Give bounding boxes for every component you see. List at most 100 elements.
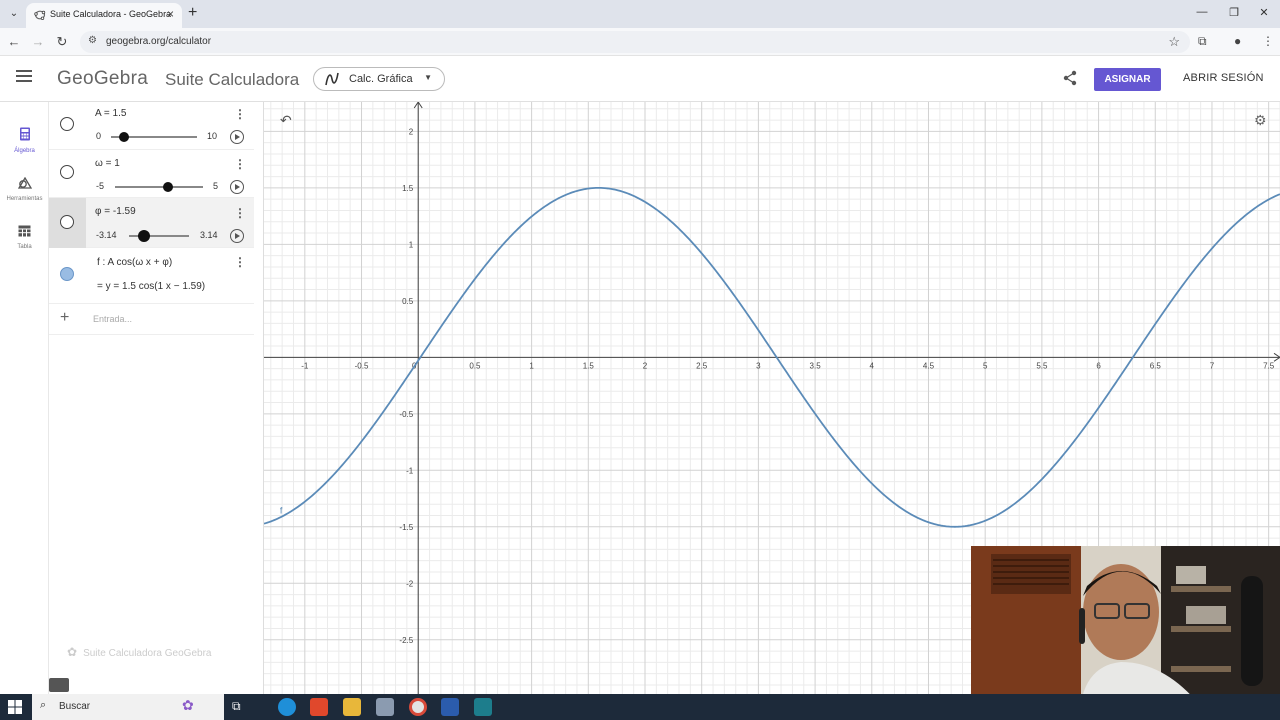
back-icon[interactable]: ← bbox=[6, 34, 22, 49]
y-tick-label: -2 bbox=[406, 579, 414, 588]
minimize-icon[interactable]: — bbox=[1192, 6, 1212, 18]
url-text: geogebra.org/calculator bbox=[106, 36, 212, 47]
windows-taskbar: ⌕ Buscar ✿ ⧉ bbox=[0, 694, 1280, 720]
x-tick-label: 7 bbox=[1210, 361, 1215, 370]
geogebra-favicon-icon bbox=[34, 10, 46, 20]
add-icon[interactable]: + bbox=[60, 309, 69, 327]
restore-icon[interactable]: ❐ bbox=[1224, 6, 1244, 19]
bookmark-star-icon[interactable]: ☆ bbox=[1168, 34, 1180, 50]
x-tick-label: 6.5 bbox=[1150, 361, 1162, 370]
browser-menu-icon[interactable]: ⋮ bbox=[1262, 34, 1274, 48]
sign-in-button[interactable]: ABRIR SESIÓN bbox=[1183, 72, 1264, 84]
x-tick-label: 6 bbox=[1096, 361, 1101, 370]
word-app-icon[interactable] bbox=[441, 698, 459, 716]
window-close-icon[interactable]: ✕ bbox=[1254, 6, 1274, 19]
algebra-input-row[interactable]: + Entrada... bbox=[49, 304, 254, 335]
url-field[interactable]: ⚙ geogebra.org/calculator ☆ bbox=[80, 31, 1190, 53]
algebra-input[interactable]: Entrada... bbox=[93, 314, 132, 324]
app-switcher-label: Calc. Gráfica bbox=[349, 73, 413, 85]
play-animation-icon[interactable] bbox=[230, 180, 244, 194]
more-options-icon[interactable]: ⋮ bbox=[234, 107, 246, 121]
visibility-toggle[interactable] bbox=[60, 165, 74, 179]
x-tick-label: 3 bbox=[756, 361, 761, 370]
extensions-icon[interactable]: ⧉ bbox=[1198, 34, 1207, 49]
y-tick-label: 2 bbox=[409, 127, 414, 136]
slider-definition[interactable]: ω = 1 bbox=[95, 158, 120, 169]
visibility-toggle[interactable] bbox=[60, 215, 74, 229]
y-tick-label: -1.5 bbox=[399, 523, 413, 532]
x-tick-label: 4.5 bbox=[923, 361, 935, 370]
reload-icon[interactable]: ↻ bbox=[54, 34, 70, 50]
x-tick-label: 1.5 bbox=[583, 361, 595, 370]
rail-label-tools: Herramientas bbox=[6, 196, 43, 202]
tab-title: Suite Calculadora - GeoGebra bbox=[50, 9, 172, 19]
x-tick-label: -0.5 bbox=[355, 361, 369, 370]
algebra-item-A[interactable]: A = 1.5 ⋮ 0 10 bbox=[49, 102, 254, 150]
function-definition[interactable]: f : A cos(ω x + φ) bbox=[97, 257, 172, 268]
tools-shapes-icon bbox=[17, 176, 32, 189]
x-tick-label: 4 bbox=[870, 361, 875, 370]
task-view-icon[interactable]: ⧉ bbox=[232, 699, 241, 714]
play-animation-icon[interactable] bbox=[230, 130, 244, 144]
chrome-app-icon[interactable] bbox=[409, 698, 427, 716]
search-icon: ⌕ bbox=[40, 699, 47, 711]
more-options-icon[interactable]: ⋮ bbox=[234, 255, 246, 269]
hamburger-menu-icon[interactable] bbox=[16, 70, 32, 84]
tab-close-icon[interactable]: × bbox=[167, 7, 174, 21]
tab-list-chevron-icon[interactable]: ⌄ bbox=[6, 6, 22, 22]
y-tick-label: 0.5 bbox=[402, 297, 414, 306]
slider-max: 5 bbox=[213, 181, 219, 191]
slider-knob[interactable] bbox=[118, 132, 129, 142]
x-tick-label: 0.5 bbox=[469, 361, 481, 370]
algebra-item-function[interactable]: f : A cos(ω x + φ) ⋮ = y = 1.5 cos(1 x −… bbox=[49, 248, 254, 304]
more-options-icon[interactable]: ⋮ bbox=[234, 206, 246, 220]
y-tick-label: 1.5 bbox=[402, 184, 414, 193]
y-tick-label: -1 bbox=[406, 466, 414, 475]
algebra-item-omega[interactable]: ω = 1 ⋮ -5 5 bbox=[49, 150, 254, 198]
graphics-settings-icon[interactable]: ⚙ bbox=[1254, 112, 1267, 129]
profile-icon[interactable]: ● bbox=[1234, 34, 1241, 48]
slider-track[interactable] bbox=[115, 186, 203, 188]
rail-label-algebra: Álgebra bbox=[14, 148, 35, 154]
table-icon bbox=[18, 225, 31, 237]
rail-item-algebra[interactable]: Álgebra bbox=[0, 127, 49, 154]
site-info-icon[interactable]: ⚙ bbox=[88, 35, 97, 46]
search-highlight-icon: ✿ bbox=[182, 697, 194, 713]
footer-text: Suite Calculadora GeoGebra bbox=[83, 648, 212, 659]
slider-knob[interactable] bbox=[137, 230, 150, 242]
slider-knob[interactable] bbox=[162, 182, 173, 192]
y-tick-label: -0.5 bbox=[399, 410, 413, 419]
calculator-icon bbox=[19, 127, 30, 141]
brave-app-icon[interactable] bbox=[310, 698, 328, 716]
forward-icon[interactable]: → bbox=[30, 34, 46, 49]
slider-definition[interactable]: φ = -1.59 bbox=[95, 206, 136, 217]
app-icon[interactable] bbox=[474, 698, 492, 716]
windows-start-icon[interactable] bbox=[8, 700, 22, 714]
browser-tab-bar: ⌄ Suite Calculadora - GeoGebra × + — ❐ ✕ bbox=[0, 0, 1280, 28]
store-app-icon[interactable] bbox=[376, 698, 394, 716]
edge-app-icon[interactable] bbox=[278, 698, 296, 716]
slider-min: 0 bbox=[96, 131, 102, 141]
rail-item-tools[interactable]: Herramientas bbox=[0, 176, 49, 202]
graphing-icon bbox=[325, 72, 339, 86]
y-tick-label: 1 bbox=[409, 240, 414, 249]
share-icon[interactable] bbox=[1062, 70, 1078, 86]
taskbar-search[interactable]: ⌕ Buscar ✿ bbox=[32, 694, 224, 720]
visibility-toggle[interactable] bbox=[60, 267, 74, 281]
visibility-toggle[interactable] bbox=[60, 117, 74, 131]
browser-tab-active[interactable]: Suite Calculadora - GeoGebra × bbox=[26, 3, 182, 28]
algebra-item-phi[interactable]: φ = -1.59 ⋮ -3.14 3.14 bbox=[49, 198, 254, 248]
play-animation-icon[interactable] bbox=[230, 229, 244, 243]
new-tab-icon[interactable]: + bbox=[188, 4, 197, 22]
rail-item-table[interactable]: Tabla bbox=[0, 224, 49, 250]
keyboard-icon[interactable] bbox=[49, 678, 69, 692]
undo-icon[interactable]: ↶ bbox=[280, 112, 292, 129]
more-options-icon[interactable]: ⋮ bbox=[234, 157, 246, 171]
assign-button[interactable]: ASIGNAR bbox=[1094, 68, 1161, 91]
app-name: Suite Calculadora bbox=[165, 70, 300, 89]
slider-definition[interactable]: A = 1.5 bbox=[95, 108, 126, 119]
app-switcher-dropdown[interactable]: Calc. Gráfica ▼ bbox=[313, 67, 445, 91]
algebra-footer: ✿ Suite Calculadora GeoGebra bbox=[67, 645, 211, 659]
file-explorer-icon[interactable] bbox=[343, 698, 361, 716]
x-tick-label: 1 bbox=[529, 361, 534, 370]
